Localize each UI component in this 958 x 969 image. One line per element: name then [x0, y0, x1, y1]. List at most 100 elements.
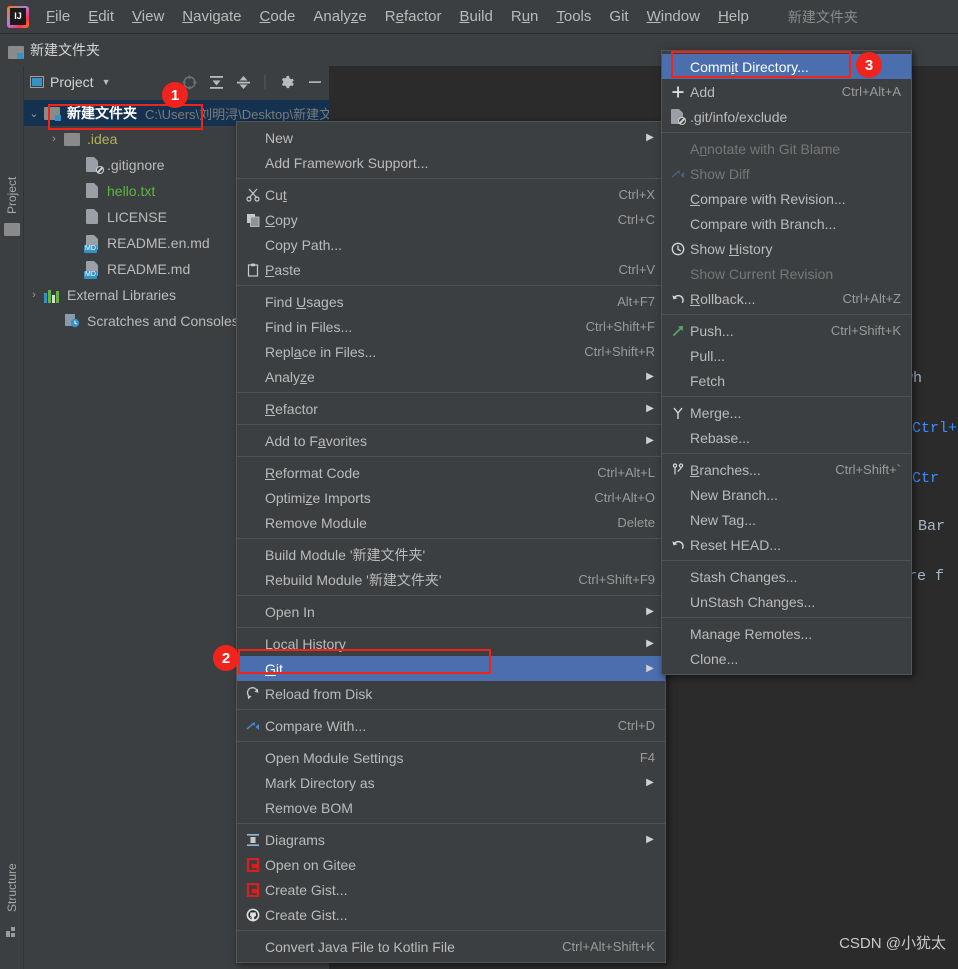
editor-text-fragment-2: Ctrl+ — [912, 420, 958, 437]
left-tool-strip: Project Structure Favorites — [0, 66, 24, 969]
git-menu-item-rebase[interactable]: Rebase... — [662, 425, 911, 450]
git-menu-item-new-branch[interactable]: New Branch... — [662, 482, 911, 507]
git-menu-item-compare-with-branch[interactable]: Compare with Branch... — [662, 211, 911, 236]
menu-item-add-to-favorites[interactable]: Add to Favorites ▶ — [237, 428, 665, 453]
git-menu-item-new-tag[interactable]: New Tag... — [662, 507, 911, 532]
menu-item-reformat-code[interactable]: Reformat Code Ctrl+Alt+L — [237, 460, 665, 485]
menubar-item-help[interactable]: Help — [709, 5, 758, 28]
editor-text-fragment-5: Bar — [918, 518, 946, 535]
twisty-expanded-icon[interactable]: ⌄ — [24, 107, 44, 120]
menu-item-remove-module[interactable]: Remove Module Delete — [237, 510, 665, 535]
menu-item-build-module[interactable]: Build Module '新建文件夹' — [237, 542, 665, 567]
menu-separator — [237, 627, 665, 628]
menubar-item-refactor[interactable]: Refactor — [376, 5, 451, 28]
menubar-item-edit[interactable]: Edit — [79, 5, 123, 28]
menu-separator — [662, 314, 911, 315]
menu-item-open-in[interactable]: Open In ▶ — [237, 599, 665, 624]
menu-separator — [237, 392, 665, 393]
menu-item-refactor[interactable]: Refactor ▶ — [237, 396, 665, 421]
menu-item-paste[interactable]: Paste Ctrl+V — [237, 257, 665, 282]
menubar-item-build[interactable]: Build — [450, 5, 501, 28]
sidebar-tab-favorites[interactable]: Favorites — [0, 954, 24, 969]
menubar-item-tools[interactable]: Tools — [547, 5, 600, 28]
sidebar-tab-structure-label: Structure — [5, 863, 19, 912]
menubar-item-view[interactable]: View — [123, 5, 173, 28]
add-icon — [666, 85, 690, 99]
menu-separator — [237, 538, 665, 539]
menu-item-git[interactable]: Git ▶ — [237, 656, 665, 681]
menu-item-convert-java-to-kotlin[interactable]: Convert Java File to Kotlin File Ctrl+Al… — [237, 934, 665, 959]
git-menu-item-rollback[interactable]: Rollback... Ctrl+Alt+Z — [662, 286, 911, 311]
menu-item-open-module-settings[interactable]: Open Module Settings F4 — [237, 745, 665, 770]
menu-item-analyze[interactable]: Analyze ▶ — [237, 364, 665, 389]
sidebar-tab-structure[interactable]: Structure — [0, 842, 24, 912]
gear-icon[interactable] — [279, 74, 295, 90]
menu-item-replace-in-files[interactable]: Replace in Files... Ctrl+Shift+R — [237, 339, 665, 364]
menu-item-diagrams[interactable]: Diagrams ▶ — [237, 827, 665, 852]
menu-item-add-framework-support-label: Add Framework Support... — [265, 154, 429, 171]
menu-item-find-in-files[interactable]: Find in Files... Ctrl+Shift+F — [237, 314, 665, 339]
git-menu-item-manage-remotes[interactable]: Manage Remotes... — [662, 621, 911, 646]
git-menu-item-branches[interactable]: Branches... Ctrl+Shift+` — [662, 457, 911, 482]
menubar-item-window[interactable]: Window — [638, 5, 709, 28]
menu-item-open-module-settings-shortcut: F4 — [639, 750, 655, 765]
twisty-collapsed-icon[interactable]: › — [44, 133, 64, 145]
menu-item-copy-path[interactable]: Copy Path... — [237, 232, 665, 257]
menu-item-add-framework-support[interactable]: Add Framework Support... — [237, 150, 665, 175]
push-icon — [666, 324, 690, 338]
menu-item-cut[interactable]: Cut Ctrl+X — [237, 182, 665, 207]
git-menu-item-unstash-changes[interactable]: UnStash Changes... — [662, 589, 911, 614]
chevron-down-icon[interactable]: ▼ — [102, 77, 111, 87]
menubar-item-code[interactable]: Code — [251, 5, 305, 28]
git-menu-item-merge[interactable]: Merge... — [662, 400, 911, 425]
minimize-icon[interactable] — [307, 74, 323, 90]
git-menu-item-compare-with-revision[interactable]: Compare with Revision... — [662, 186, 911, 211]
git-menu-item-reset-head[interactable]: Reset HEAD... — [662, 532, 911, 557]
git-menu-item-fetch-label: Fetch — [690, 372, 726, 389]
collapse-all-icon[interactable] — [236, 75, 251, 90]
git-menu-item-add[interactable]: Add Ctrl+Alt+A — [662, 79, 911, 104]
menu-item-remove-bom[interactable]: Remove BOM — [237, 795, 665, 820]
menubar-item-analyze[interactable]: Analyze — [304, 5, 375, 28]
git-menu-item-unstash-changes-label: UnStash Changes... — [690, 593, 816, 610]
menu-item-find-usages[interactable]: Find Usages Alt+F7 — [237, 289, 665, 314]
menubar-item-run[interactable]: Run — [502, 5, 548, 28]
menu-item-open-on-gitee[interactable]: Open on Gitee — [237, 852, 665, 877]
menu-item-rebuild-module-shortcut: Ctrl+Shift+F9 — [578, 572, 655, 587]
context-menu: New ▶ Add Framework Support... Cut Ctrl+… — [236, 121, 666, 963]
menubar-item-git[interactable]: Git — [600, 5, 637, 28]
paste-icon — [241, 263, 265, 277]
git-menu-item-stash-changes-label: Stash Changes... — [690, 568, 798, 585]
twisty-collapsed-icon[interactable]: › — [24, 289, 44, 301]
menubar-item-file[interactable]: File — [37, 5, 79, 28]
menu-item-rebuild-module[interactable]: Rebuild Module '新建文件夹' Ctrl+Shift+F9 — [237, 567, 665, 592]
menu-item-optimize-imports[interactable]: Optimize Imports Ctrl+Alt+O — [237, 485, 665, 510]
git-menu-item-pull[interactable]: Pull... — [662, 343, 911, 368]
git-menu-item-push[interactable]: Push... Ctrl+Shift+K — [662, 318, 911, 343]
menu-item-create-gist-github[interactable]: Create Gist... — [237, 902, 665, 927]
git-menu-item-clone[interactable]: Clone... — [662, 646, 911, 671]
sidebar-tab-project[interactable]: Project — [0, 144, 24, 214]
tree-label-idea: .idea — [87, 131, 118, 147]
menubar-item-navigate[interactable]: Navigate — [173, 5, 250, 28]
menu-item-mark-directory-as[interactable]: Mark Directory as ▶ — [237, 770, 665, 795]
submenu-arrow-icon: ▶ — [646, 371, 654, 382]
git-menu-item-stash-changes[interactable]: Stash Changes... — [662, 564, 911, 589]
menu-item-new[interactable]: New ▶ — [237, 125, 665, 150]
menu-item-local-history[interactable]: Local History ▶ — [237, 631, 665, 656]
menu-item-compare-with[interactable]: Compare With... Ctrl+D — [237, 713, 665, 738]
menu-separator — [237, 741, 665, 742]
menu-separator — [237, 285, 665, 286]
menu-item-reload-from-disk[interactable]: Reload from Disk — [237, 681, 665, 706]
git-menu-item-show-history[interactable]: Show History — [662, 236, 911, 261]
window-project-name: 新建文件夹 — [787, 8, 858, 25]
menu-item-create-gist-gitee-label: Create Gist... — [265, 881, 348, 898]
breadcrumb-project[interactable]: 新建文件夹 — [30, 40, 100, 60]
git-menu-item-fetch[interactable]: Fetch — [662, 368, 911, 393]
menu-item-copy[interactable]: Copy Ctrl+C — [237, 207, 665, 232]
menu-item-create-gist-gitee[interactable]: Create Gist... — [237, 877, 665, 902]
expand-all-icon[interactable] — [209, 75, 224, 90]
ignored-file-icon — [84, 157, 104, 174]
git-menu-item-git-info-exclude[interactable]: .git/info/exclude — [662, 104, 911, 129]
submenu-arrow-icon: ▶ — [646, 638, 654, 649]
